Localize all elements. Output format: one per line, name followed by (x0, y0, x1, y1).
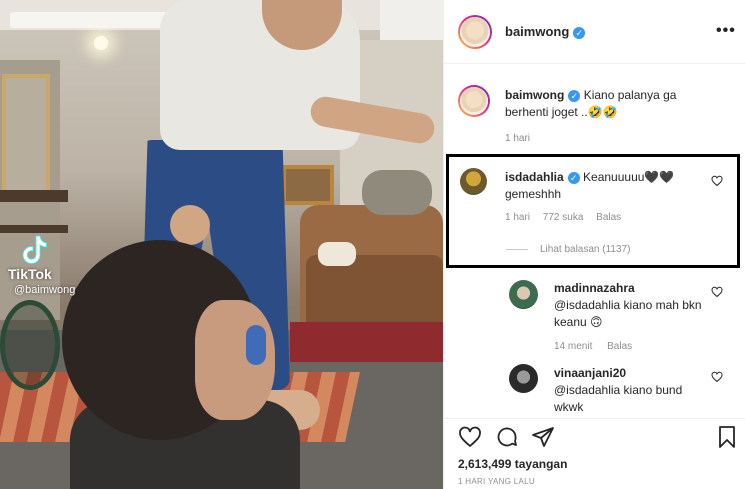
comment-icon[interactable] (495, 425, 519, 449)
avatar (460, 17, 490, 47)
tiktok-watermark: TikTok @baimwong (8, 234, 75, 296)
tiktok-logo-icon (20, 234, 48, 266)
reply-comment: madinnazahra @isdadahlia kiano mah bkn k… (554, 280, 704, 331)
reply-avatar[interactable] (509, 280, 538, 309)
reply-meta: 14 menit Balas (554, 341, 632, 352)
reply-text: @isdadahlia kiano mah bkn keanu 🙃 (554, 298, 702, 329)
comment-username[interactable]: isdadahlia (505, 170, 564, 184)
reply-username[interactable]: vinaanjani20 (554, 365, 704, 382)
reply-username[interactable]: madinnazahra (554, 280, 704, 297)
caption-time[interactable]: 1 hari (505, 133, 530, 144)
post-time[interactable]: 1 HARI YANG LALU (458, 477, 535, 486)
reply-comment: vinaanjani20 @isdadahlia kiano bund wkwk (554, 365, 704, 416)
commenter-avatar[interactable] (460, 168, 487, 195)
verified-badge-icon: ✓ (573, 27, 586, 39)
picture-frame-left (2, 74, 50, 194)
header-username[interactable]: baimwong ✓ (505, 24, 586, 39)
lamp-glow (94, 36, 108, 50)
reply-time[interactable]: 14 menit (554, 341, 592, 352)
comment: isdadahlia ✓ Keanuuuuu🖤🖤 gemeshhh (505, 169, 700, 203)
red-rug (290, 322, 443, 362)
tiktok-handle: @baimwong (14, 284, 76, 296)
shelf-lower (0, 225, 68, 233)
comment-meta: 1 hari 772 suka Balas (505, 212, 621, 223)
reply-text: @isdadahlia kiano bund wkwk (554, 383, 683, 414)
toys (362, 170, 432, 215)
save-bookmark-icon[interactable] (715, 425, 739, 449)
comment-time[interactable]: 1 hari (505, 212, 530, 223)
picture-frame-right (282, 165, 334, 205)
man-hand (170, 205, 210, 245)
tiktok-brand: TikTok (8, 266, 52, 282)
like-reply-icon[interactable] (711, 371, 723, 383)
verified-badge-icon: ✓ (567, 172, 580, 184)
like-reply-icon[interactable] (711, 286, 723, 298)
more-options-icon[interactable]: ••• (716, 22, 736, 40)
divider (506, 249, 528, 250)
like-comment-icon[interactable] (711, 175, 723, 187)
baby-on-sofa (318, 242, 356, 266)
story-ring[interactable] (458, 15, 492, 49)
avatar (460, 87, 488, 115)
post-header: baimwong ✓ ••• (444, 0, 745, 64)
caption: baimwong ✓ Kiano palanya ga berhenti joge… (505, 87, 695, 121)
video-player[interactable]: TikTok @baimwong (0, 0, 443, 489)
post-actions: 2,613,499 tayangan 1 HARI YANG LALU (444, 418, 745, 489)
like-icon[interactable] (458, 425, 482, 449)
comment-likes[interactable]: 772 suka (543, 212, 584, 223)
view-replies-button[interactable]: Lihat balasan (1137) (506, 244, 630, 255)
verified-badge-icon: ✓ (568, 90, 581, 102)
caption-avatar[interactable] (458, 85, 490, 117)
caption-username[interactable]: baimwong (505, 88, 564, 102)
shelf (0, 190, 68, 202)
view-count[interactable]: 2,613,499 tayangan (458, 457, 567, 471)
reply-button[interactable]: Balas (596, 212, 621, 223)
pacifier (246, 325, 266, 365)
reply-button[interactable]: Balas (607, 341, 632, 352)
share-icon[interactable] (531, 425, 555, 449)
post-sidebar: baimwong ✓ ••• baimwong ✓ Kiano palanya ga… (443, 0, 745, 489)
reply-avatar[interactable] (509, 364, 538, 393)
green-chair (0, 300, 60, 390)
ceiling-light (10, 12, 185, 28)
